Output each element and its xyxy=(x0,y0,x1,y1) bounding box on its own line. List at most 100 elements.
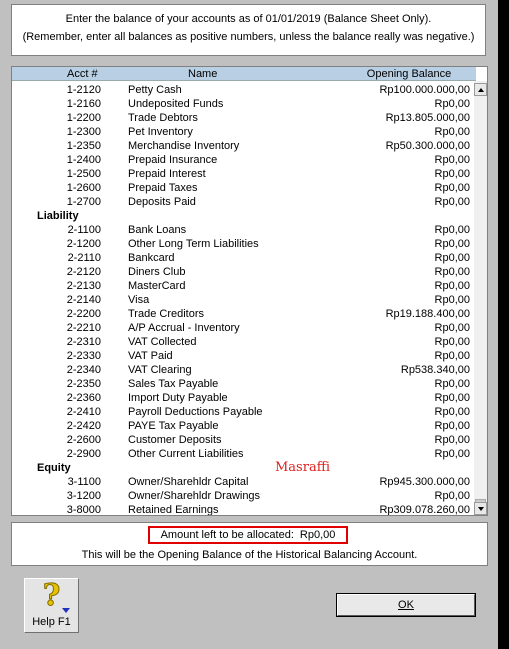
account-row[interactable]: 3-1200 Owner/Sharehldr Drawings Rp0,00 xyxy=(12,489,476,503)
account-row[interactable]: 2-2120 Diners Club Rp0,00 xyxy=(12,265,476,279)
account-row[interactable]: 1-2500 Prepaid Interest Rp0,00 xyxy=(12,167,476,181)
account-row[interactable]: 2-2200 Trade Creditors Rp19.188.400,00 xyxy=(12,307,476,321)
scroll-down-button[interactable] xyxy=(474,502,487,515)
allocation-value: Rp0,00 xyxy=(299,529,336,541)
opening-balance-cell[interactable]: Rp0,00 xyxy=(435,265,470,279)
opening-balance-cell[interactable]: Rp0,00 xyxy=(435,223,470,237)
opening-balance-cell[interactable]: Rp0,00 xyxy=(435,405,470,419)
opening-balance-cell[interactable]: Rp945.300.000,00 xyxy=(379,475,470,489)
account-number: 2-2330 xyxy=(66,350,101,362)
account-row[interactable]: 2-2130 MasterCard Rp0,00 xyxy=(12,279,476,293)
account-name: Trade Creditors xyxy=(128,308,205,320)
account-row[interactable]: 1-2400 Prepaid Insurance Rp0,00 xyxy=(12,153,476,167)
opening-balance-cell[interactable]: Rp0,00 xyxy=(435,419,470,433)
scroll-up-button[interactable] xyxy=(474,83,487,96)
opening-balance-cell[interactable]: Rp0,00 xyxy=(435,391,470,405)
account-number: 1-2350 xyxy=(66,140,101,152)
account-row[interactable]: 2-2140 Visa Rp0,00 xyxy=(12,293,476,307)
opening-balance-cell[interactable]: Rp0,00 xyxy=(435,167,470,181)
account-number: 2-2600 xyxy=(66,434,101,446)
ok-button[interactable]: OK xyxy=(337,594,475,616)
account-name: Pet Inventory xyxy=(128,126,193,138)
opening-balance-cell[interactable]: Rp0,00 xyxy=(435,433,470,447)
account-name: Prepaid Interest xyxy=(128,168,206,180)
opening-balance-cell[interactable]: Rp0,00 xyxy=(435,251,470,265)
account-name: Import Duty Payable xyxy=(128,392,228,404)
column-header-acct[interactable]: Acct # xyxy=(67,67,98,81)
allocation-amount-highlight: Amount left to be allocated: Rp0,00 xyxy=(148,526,348,544)
account-name: Prepaid Taxes xyxy=(128,182,198,194)
account-group-row[interactable]: Equity xyxy=(12,461,476,475)
account-row[interactable]: 2-1100 Bank Loans Rp0,00 xyxy=(12,223,476,237)
account-row[interactable]: 3-8000 Retained Earnings Rp309.078.260,00 xyxy=(12,503,476,516)
account-name: PAYE Tax Payable xyxy=(128,420,219,432)
account-row[interactable]: 2-2420 PAYE Tax Payable Rp0,00 xyxy=(12,419,476,433)
account-row[interactable]: 2-2360 Import Duty Payable Rp0,00 xyxy=(12,391,476,405)
vertical-scrollbar[interactable] xyxy=(474,81,487,515)
opening-balance-cell[interactable]: Rp0,00 xyxy=(435,489,470,503)
opening-balance-cell[interactable]: Rp0,00 xyxy=(435,321,470,335)
account-row[interactable]: 2-2600 Customer Deposits Rp0,00 xyxy=(12,433,476,447)
account-name: Payroll Deductions Payable xyxy=(128,406,263,418)
account-number: 1-2700 xyxy=(66,196,101,208)
account-group-row[interactable]: Liability xyxy=(12,209,476,223)
opening-balance-cell[interactable]: Rp0,00 xyxy=(435,237,470,251)
account-number: 2-2350 xyxy=(66,378,101,390)
account-row[interactable]: 2-2350 Sales Tax Payable Rp0,00 xyxy=(12,377,476,391)
accounts-grid[interactable]: Acct # Name Opening Balance 1-2120 Petty … xyxy=(11,66,488,516)
account-name: Deposits Paid xyxy=(128,196,196,208)
account-row[interactable]: 1-2120 Petty Cash Rp100.000.000,00 xyxy=(12,83,476,97)
account-number: 3-8000 xyxy=(66,504,101,516)
opening-balance-cell[interactable]: Rp0,00 xyxy=(435,97,470,111)
account-row[interactable]: 1-2160 Undeposited Funds Rp0,00 xyxy=(12,97,476,111)
opening-balance-cell[interactable]: Rp0,00 xyxy=(435,279,470,293)
account-row[interactable]: 2-2330 VAT Paid Rp0,00 xyxy=(12,349,476,363)
help-button-label: Help F1 xyxy=(32,616,71,628)
dropdown-arrow-icon xyxy=(62,608,70,613)
account-row[interactable]: 3-1100 Owner/Sharehldr Capital Rp945.300.0… xyxy=(12,475,476,489)
account-row[interactable]: 2-2310 VAT Collected Rp0,00 xyxy=(12,335,476,349)
account-row[interactable]: 2-2210 A/P Accrual - Inventory Rp0,00 xyxy=(12,321,476,335)
opening-balance-cell[interactable]: Rp0,00 xyxy=(435,181,470,195)
account-row[interactable]: 1-2200 Trade Debtors Rp13.805.000,00 xyxy=(12,111,476,125)
arrow-down-icon xyxy=(478,507,484,511)
account-row[interactable]: 1-2350 Merchandise Inventory Rp50.300.000,… xyxy=(12,139,476,153)
account-number: 2-2340 xyxy=(66,364,101,376)
account-name: Prepaid Insurance xyxy=(128,154,218,166)
opening-balance-cell[interactable]: Rp50.300.000,00 xyxy=(386,139,470,153)
opening-balance-cell[interactable]: Rp0,00 xyxy=(435,349,470,363)
account-number: 2-2140 xyxy=(66,294,101,306)
opening-balance-cell[interactable]: Rp309.078.260,00 xyxy=(379,503,470,515)
opening-balance-cell[interactable]: Rp0,00 xyxy=(435,125,470,139)
account-row[interactable]: 2-2110 Bankcard Rp0,00 xyxy=(12,251,476,265)
account-number: 1-2160 xyxy=(66,98,101,110)
opening-balance-cell[interactable]: Rp0,00 xyxy=(435,293,470,307)
opening-balance-cell[interactable]: Rp538.340,00 xyxy=(401,363,470,377)
column-header-name[interactable]: Name xyxy=(188,67,217,81)
help-button[interactable]: ? Help F1 xyxy=(24,578,79,633)
account-number: 1-2120 xyxy=(66,84,101,96)
account-number: 3-1100 xyxy=(67,476,101,488)
account-number: 2-1200 xyxy=(66,238,101,250)
opening-balance-cell[interactable]: Rp19.188.400,00 xyxy=(386,307,470,321)
account-row[interactable]: 1-2700 Deposits Paid Rp0,00 xyxy=(12,195,476,209)
account-row[interactable]: 2-2340 VAT Clearing Rp538.340,00 xyxy=(12,363,476,377)
account-row[interactable]: 2-2410 Payroll Deductions Payable Rp0,00 xyxy=(12,405,476,419)
opening-balance-cell[interactable]: Rp0,00 xyxy=(435,447,470,461)
account-row[interactable]: 2-2900 Other Current Liabilities Rp0,00 xyxy=(12,447,476,461)
account-row[interactable]: 1-2300 Pet Inventory Rp0,00 xyxy=(12,125,476,139)
opening-balance-cell[interactable]: Rp0,00 xyxy=(435,335,470,349)
instructions-line-2: (Remember, enter all balances as positiv… xyxy=(22,31,475,43)
opening-balance-cell[interactable]: Rp100.000.000,00 xyxy=(379,83,470,97)
opening-balance-cell[interactable]: Rp0,00 xyxy=(435,195,470,209)
column-header-balance[interactable]: Opening Balance xyxy=(344,67,474,81)
account-row[interactable]: 2-1200 Other Long Term Liabilities Rp0,00 xyxy=(12,237,476,251)
grid-header: Acct # Name Opening Balance xyxy=(12,67,476,81)
opening-balance-cell[interactable]: Rp13.805.000,00 xyxy=(386,111,470,125)
opening-balance-cell[interactable]: Rp0,00 xyxy=(435,153,470,167)
account-row[interactable]: 1-2600 Prepaid Taxes Rp0,00 xyxy=(12,181,476,195)
account-number: 2-2360 xyxy=(66,392,101,404)
account-name: Customer Deposits xyxy=(128,434,222,446)
opening-balance-cell[interactable]: Rp0,00 xyxy=(435,377,470,391)
group-label: Liability xyxy=(37,210,79,222)
